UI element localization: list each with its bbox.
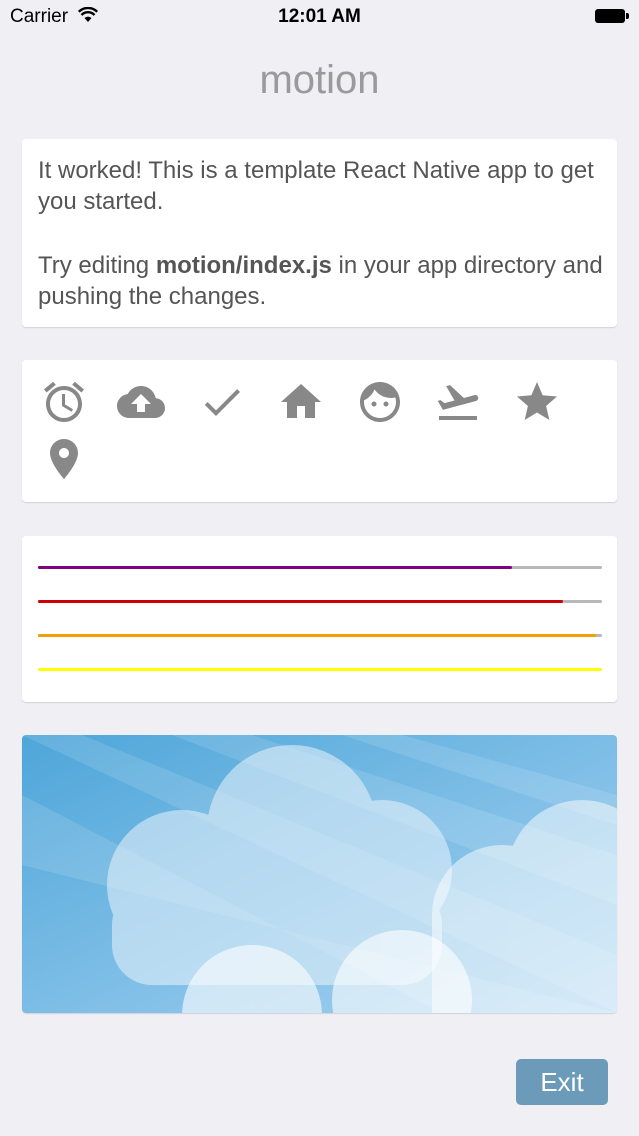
home-icon[interactable] xyxy=(277,378,325,426)
progress-bar xyxy=(38,634,602,637)
cloud-upload-icon[interactable] xyxy=(117,378,165,426)
alarm-icon[interactable] xyxy=(40,378,88,426)
check-icon[interactable] xyxy=(198,378,246,426)
progress-card xyxy=(22,536,617,702)
progress-bar xyxy=(38,600,602,603)
place-icon[interactable] xyxy=(40,435,88,483)
page-title: motion xyxy=(259,58,380,102)
exit-button[interactable]: Exit xyxy=(516,1059,608,1105)
flight-takeoff-icon[interactable] xyxy=(434,378,482,426)
progress-fill xyxy=(38,634,597,637)
face-icon[interactable] xyxy=(356,378,404,426)
clock: 12:01 AM xyxy=(278,6,361,27)
progress-bar xyxy=(38,566,602,569)
instructions-text: Try editing motion/index.js in your app … xyxy=(38,252,603,310)
progress-fill xyxy=(38,668,602,671)
status-bar: Carrier 12:01 AM xyxy=(0,0,639,34)
progress-fill xyxy=(38,600,563,603)
icons-card xyxy=(22,360,617,502)
battery-icon xyxy=(595,9,629,23)
progress-bar xyxy=(38,668,602,671)
star-icon[interactable] xyxy=(513,378,561,426)
progress-fill xyxy=(38,566,512,569)
intro-text: It worked! This is a template React Nati… xyxy=(38,157,594,215)
file-path: motion/index.js xyxy=(155,252,332,279)
sky-image xyxy=(22,735,617,1013)
intro-card: It worked! This is a template React Nati… xyxy=(22,139,617,327)
